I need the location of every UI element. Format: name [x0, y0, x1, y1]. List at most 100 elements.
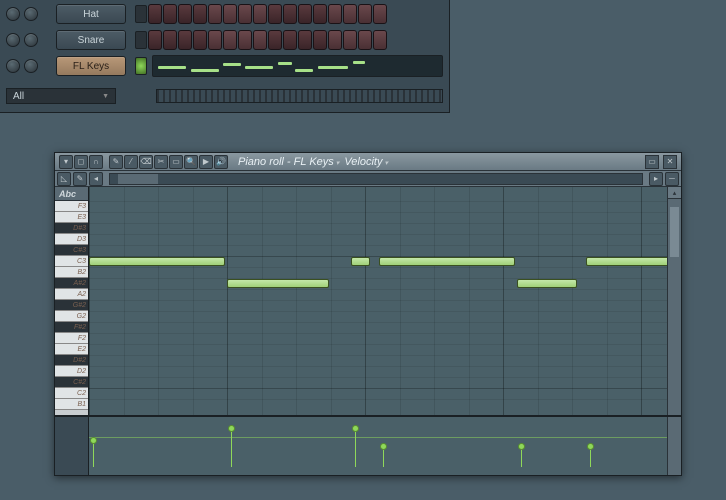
- step-cell[interactable]: [148, 4, 162, 24]
- step-cell[interactable]: [268, 4, 282, 24]
- midi-note[interactable]: [227, 279, 329, 288]
- tool-select-icon[interactable]: ◻: [74, 155, 88, 169]
- step-cell[interactable]: [193, 4, 207, 24]
- piano-key[interactable]: A#2: [55, 278, 88, 289]
- step-cell[interactable]: [238, 30, 252, 50]
- menu-icon[interactable]: ▾: [59, 155, 73, 169]
- piano-roll-grid[interactable]: [89, 187, 667, 415]
- brush-icon[interactable]: ⁄: [124, 155, 138, 169]
- piano-key[interactable]: B1: [55, 399, 88, 410]
- step-cell[interactable]: [328, 30, 342, 50]
- piano-key[interactable]: C#2: [55, 377, 88, 388]
- step-cell[interactable]: [208, 30, 222, 50]
- step-cell[interactable]: [343, 4, 357, 24]
- piano-keys-column[interactable]: Abc F3E3D#3D3C#3C3B2A#2A2G#2G2F#2F2E2D#2…: [55, 187, 89, 415]
- channel-button[interactable]: Snare: [56, 30, 126, 50]
- velocity-handle[interactable]: [228, 425, 235, 432]
- step-cell[interactable]: [313, 4, 327, 24]
- step-cell[interactable]: [283, 30, 297, 50]
- step-cell[interactable]: [238, 4, 252, 24]
- scroll-left-button[interactable]: ◂: [89, 172, 103, 186]
- slice-icon[interactable]: ✂: [154, 155, 168, 169]
- piano-key[interactable]: D#2: [55, 355, 88, 366]
- pencil-small-icon[interactable]: ✎: [73, 172, 87, 186]
- velocity-handle[interactable]: [90, 437, 97, 444]
- piano-key[interactable]: E3: [55, 212, 88, 223]
- midi-note[interactable]: [379, 257, 515, 266]
- pan-knob[interactable]: [6, 33, 20, 47]
- step-cell[interactable]: [178, 4, 192, 24]
- channel-button[interactable]: FL Keys: [56, 56, 126, 76]
- scroll-right-button[interactable]: ▸: [649, 172, 663, 186]
- corner-tool-icon[interactable]: ◺: [57, 172, 71, 186]
- piano-key[interactable]: F3: [55, 201, 88, 212]
- group-selector[interactable]: All ▼: [6, 88, 116, 104]
- step-cell[interactable]: [253, 4, 267, 24]
- close-button[interactable]: ✕: [663, 155, 677, 169]
- step-cell[interactable]: [343, 30, 357, 50]
- velocity-editor[interactable]: [89, 417, 667, 475]
- velocity-handle[interactable]: [587, 443, 594, 450]
- channel-button[interactable]: Hat: [56, 4, 126, 24]
- step-cell[interactable]: [358, 30, 372, 50]
- vertical-scrollbar[interactable]: ▴: [667, 187, 681, 415]
- key-mode-label[interactable]: Abc: [59, 189, 76, 199]
- step-cell[interactable]: [178, 30, 192, 50]
- piano-key[interactable]: B2: [55, 267, 88, 278]
- piano-roll-titlebar[interactable]: ▾ ◻ ∩ ✎ ⁄ ⌫ ✂ ▭ 🔍 ▶ 🔊 Piano roll - FL Ke…: [55, 153, 681, 171]
- step-cell[interactable]: [268, 30, 282, 50]
- pencil-icon[interactable]: ✎: [109, 155, 123, 169]
- velocity-handle[interactable]: [352, 425, 359, 432]
- piano-key[interactable]: E2: [55, 344, 88, 355]
- tool-magnet-icon[interactable]: ∩: [89, 155, 103, 169]
- pan-knob[interactable]: [6, 7, 20, 21]
- step-cell[interactable]: [193, 30, 207, 50]
- minimize-button[interactable]: ▭: [645, 155, 659, 169]
- vol-knob[interactable]: [24, 59, 38, 73]
- erase-icon[interactable]: ⌫: [139, 155, 153, 169]
- midi-note[interactable]: [586, 257, 667, 266]
- zoom-fit-button[interactable]: ─: [665, 172, 679, 186]
- step-cell[interactable]: [163, 4, 177, 24]
- piano-key[interactable]: D3: [55, 234, 88, 245]
- step-cell[interactable]: [373, 30, 387, 50]
- piano-key[interactable]: D2: [55, 366, 88, 377]
- step-cell[interactable]: [298, 4, 312, 24]
- vol-knob[interactable]: [24, 33, 38, 47]
- piano-key[interactable]: D#3: [55, 223, 88, 234]
- piano-key[interactable]: G#2: [55, 300, 88, 311]
- piano-key[interactable]: C#3: [55, 245, 88, 256]
- zoom-icon[interactable]: 🔍: [184, 155, 198, 169]
- piano-key[interactable]: G2: [55, 311, 88, 322]
- step-cell[interactable]: [328, 4, 342, 24]
- scroll-up-button[interactable]: ▴: [668, 187, 681, 199]
- channel-led[interactable]: [135, 57, 147, 75]
- step-cell[interactable]: [358, 4, 372, 24]
- play-icon[interactable]: ▶: [199, 155, 213, 169]
- piano-key[interactable]: F2: [55, 333, 88, 344]
- speaker-icon[interactable]: 🔊: [214, 155, 228, 169]
- piano-key[interactable]: A2: [55, 289, 88, 300]
- velocity-handle[interactable]: [518, 443, 525, 450]
- step-cell[interactable]: [313, 30, 327, 50]
- step-cell[interactable]: [163, 30, 177, 50]
- step-cell[interactable]: [373, 4, 387, 24]
- piano-key[interactable]: C2: [55, 388, 88, 399]
- midi-note[interactable]: [89, 257, 225, 266]
- select-icon[interactable]: ▭: [169, 155, 183, 169]
- step-cell[interactable]: [223, 30, 237, 50]
- vol-knob[interactable]: [24, 7, 38, 21]
- horizontal-scrollbar[interactable]: [109, 173, 643, 185]
- channel-led[interactable]: [135, 31, 147, 49]
- step-cell[interactable]: [253, 30, 267, 50]
- step-cell[interactable]: [148, 30, 162, 50]
- step-cell[interactable]: [298, 30, 312, 50]
- velocity-handle[interactable]: [380, 443, 387, 450]
- piano-key[interactable]: C3: [55, 256, 88, 267]
- piano-key[interactable]: F#2: [55, 322, 88, 333]
- step-cell[interactable]: [223, 4, 237, 24]
- step-cell[interactable]: [208, 4, 222, 24]
- pan-knob[interactable]: [6, 59, 20, 73]
- midi-note[interactable]: [351, 257, 370, 266]
- channel-led[interactable]: [135, 5, 147, 23]
